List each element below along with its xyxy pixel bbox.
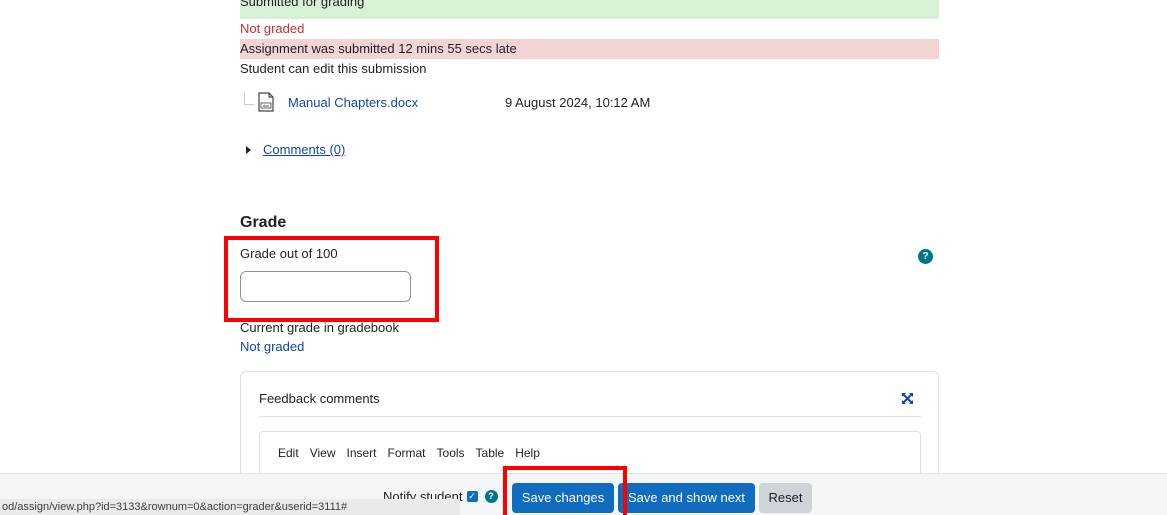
status-late: Assignment was submitted 12 mins 55 secs… <box>240 39 939 59</box>
status-grading: Not graded <box>240 21 305 36</box>
help-icon[interactable]: ? <box>484 490 498 503</box>
current-grade-label: Current grade in gradebook <box>240 320 399 335</box>
caret-right-icon <box>246 145 251 154</box>
editor-menubar: Edit View Insert Format Tools Table Help <box>278 446 540 460</box>
feedback-title: Feedback comments <box>259 391 380 406</box>
status-editable: Student can edit this submission <box>240 61 427 76</box>
file-date: 9 August 2024, 10:12 AM <box>505 94 651 110</box>
grade-heading: Grade <box>240 214 287 231</box>
menu-format[interactable]: Format <box>388 446 426 460</box>
menu-edit[interactable]: Edit <box>278 446 299 460</box>
current-grade-value[interactable]: Not graded <box>240 339 304 354</box>
menu-tools[interactable]: Tools <box>437 446 465 460</box>
notify-checkbox[interactable]: ✓ <box>466 491 478 502</box>
save-and-next-button[interactable]: Save and show next <box>618 483 755 513</box>
divider <box>259 416 921 417</box>
tree-line <box>244 93 254 105</box>
help-icon[interactable]: ? <box>918 249 933 264</box>
menu-table[interactable]: Table <box>476 446 505 460</box>
docx-file-icon: doc <box>258 92 274 112</box>
comments-toggle[interactable]: Comments (0) <box>246 142 345 157</box>
annotation-highlight-grade <box>224 236 439 322</box>
status-submitted: Submitted for grading <box>240 0 939 19</box>
file-row: doc Manual Chapters.docx 9 August 2024, … <box>244 90 650 114</box>
expand-icon[interactable] <box>901 392 914 405</box>
menu-insert[interactable]: Insert <box>346 446 376 460</box>
reset-button[interactable]: Reset <box>759 483 812 513</box>
comments-link[interactable]: Comments (0) <box>263 142 345 157</box>
svg-text:doc: doc <box>263 103 269 108</box>
file-link[interactable]: Manual Chapters.docx <box>288 95 418 110</box>
menu-help[interactable]: Help <box>515 446 540 460</box>
status-url: od/assign/view.php?id=3133&rownum=0&acti… <box>0 499 460 515</box>
annotation-highlight-save <box>503 466 627 515</box>
menu-view[interactable]: View <box>310 446 336 460</box>
